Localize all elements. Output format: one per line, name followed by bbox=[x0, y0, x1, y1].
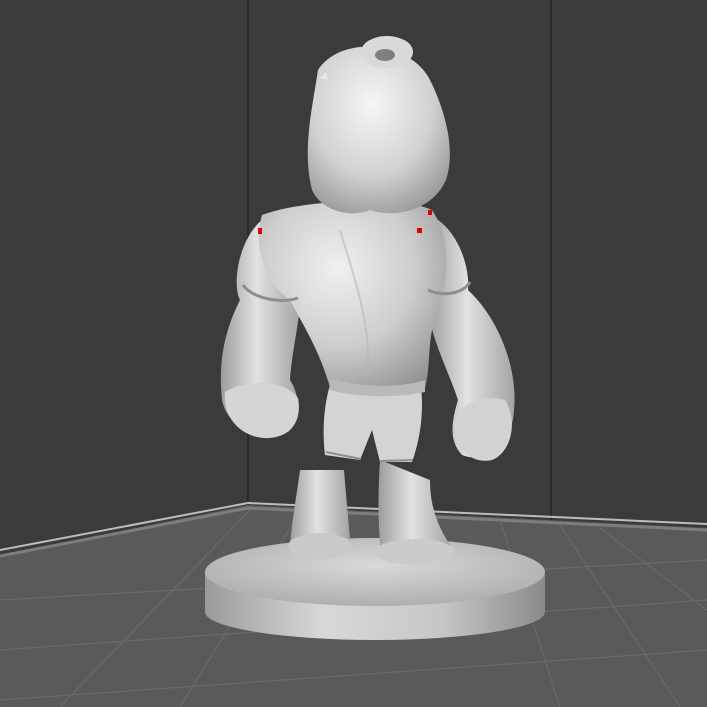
3d-viewport[interactable] bbox=[0, 0, 707, 707]
model-base[interactable] bbox=[205, 538, 545, 640]
viewport-canvas[interactable] bbox=[0, 0, 707, 707]
